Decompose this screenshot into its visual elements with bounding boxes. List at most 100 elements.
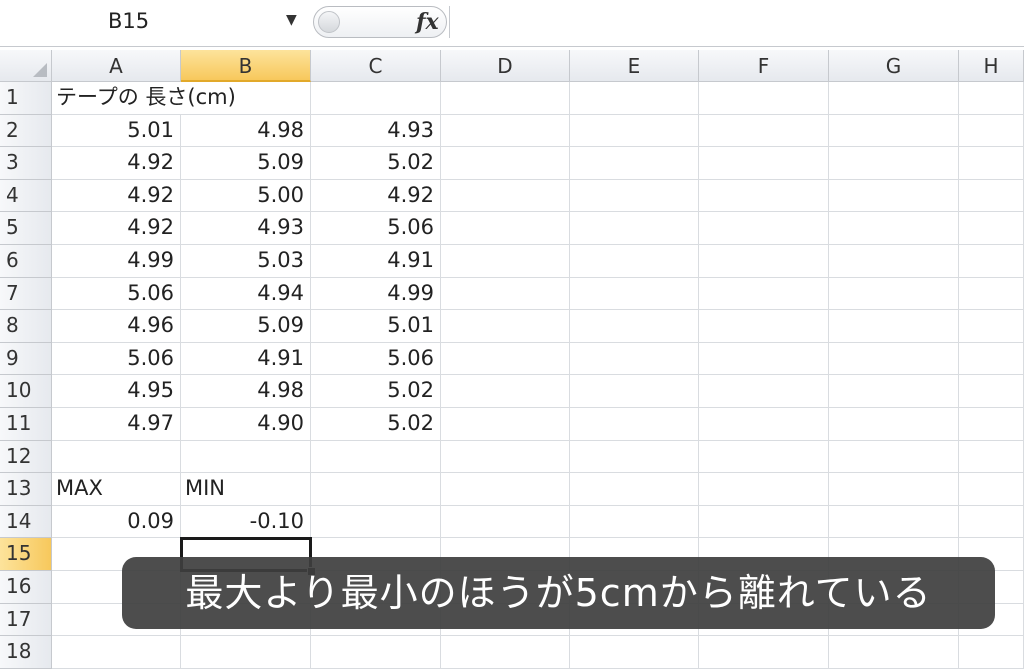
cell-C5[interactable]: 5.06 bbox=[311, 212, 441, 245]
cell-B18[interactable] bbox=[181, 636, 311, 669]
cell-H9[interactable] bbox=[959, 342, 1024, 376]
cell-A6[interactable]: 4.99 bbox=[52, 245, 181, 278]
cell-H13[interactable] bbox=[959, 473, 1024, 506]
cell-A10[interactable]: 4.95 bbox=[52, 375, 181, 408]
cell-F2[interactable] bbox=[699, 114, 829, 148]
cell-H7[interactable] bbox=[959, 277, 1024, 311]
row-header-16[interactable]: 16 bbox=[0, 571, 52, 604]
cell-F14[interactable] bbox=[699, 505, 829, 539]
cell-E14[interactable] bbox=[570, 505, 699, 539]
cell-C4[interactable]: 4.92 bbox=[311, 179, 441, 213]
cell-G14[interactable] bbox=[829, 505, 959, 539]
cell-E9[interactable] bbox=[570, 342, 699, 376]
cell-B8[interactable]: 5.09 bbox=[181, 310, 311, 343]
cell-A8[interactable]: 4.96 bbox=[52, 310, 181, 343]
cell-A1[interactable]: テープの 長さ(cm) bbox=[52, 82, 236, 115]
cell-D3[interactable] bbox=[441, 147, 570, 180]
cell-E11[interactable] bbox=[570, 408, 699, 441]
cell-G11[interactable] bbox=[829, 408, 959, 441]
column-header-H[interactable]: H bbox=[959, 50, 1024, 82]
cell-E5[interactable] bbox=[570, 212, 699, 245]
column-header-E[interactable]: E bbox=[570, 50, 699, 82]
cell-D5[interactable] bbox=[441, 212, 570, 245]
cell-A14[interactable]: 0.09 bbox=[52, 505, 181, 539]
cell-H1[interactable] bbox=[959, 82, 1024, 115]
cell-G13[interactable] bbox=[829, 473, 959, 506]
row-header-15[interactable]: 15 bbox=[0, 538, 52, 571]
column-header-F[interactable]: F bbox=[699, 50, 829, 82]
row-header-7[interactable]: 7 bbox=[0, 277, 52, 311]
cell-A3[interactable]: 4.92 bbox=[52, 147, 181, 180]
cell-C18[interactable] bbox=[311, 636, 441, 669]
cell-A11[interactable]: 4.97 bbox=[52, 408, 181, 441]
cell-D10[interactable] bbox=[441, 375, 570, 408]
cell-E8[interactable] bbox=[570, 310, 699, 343]
cell-E7[interactable] bbox=[570, 277, 699, 311]
cell-F5[interactable] bbox=[699, 212, 829, 245]
cell-B11[interactable]: 4.90 bbox=[181, 408, 311, 441]
cell-A5[interactable]: 4.92 bbox=[52, 212, 181, 245]
cell-F3[interactable] bbox=[699, 147, 829, 180]
row-header-13[interactable]: 13 bbox=[0, 473, 52, 506]
cell-G1[interactable] bbox=[829, 82, 959, 115]
cell-D4[interactable] bbox=[441, 179, 570, 213]
cell-E2[interactable] bbox=[570, 114, 699, 148]
column-header-A[interactable]: A bbox=[52, 50, 181, 82]
cell-B3[interactable]: 5.09 bbox=[181, 147, 311, 180]
insert-function-icon[interactable]: fx bbox=[416, 9, 439, 35]
cell-C10[interactable]: 5.02 bbox=[311, 375, 441, 408]
cell-E12[interactable] bbox=[570, 440, 699, 474]
row-header-1[interactable]: 1 bbox=[0, 82, 52, 115]
cell-A4[interactable]: 4.92 bbox=[52, 179, 181, 213]
cell-B7[interactable]: 4.94 bbox=[181, 277, 311, 311]
cell-F13[interactable] bbox=[699, 473, 829, 506]
cell-E10[interactable] bbox=[570, 375, 699, 408]
row-header-3[interactable]: 3 bbox=[0, 147, 52, 180]
cell-D6[interactable] bbox=[441, 245, 570, 278]
cell-F9[interactable] bbox=[699, 342, 829, 376]
cell-B4[interactable]: 5.00 bbox=[181, 179, 311, 213]
cell-E4[interactable] bbox=[570, 179, 699, 213]
cell-B10[interactable]: 4.98 bbox=[181, 375, 311, 408]
cell-H5[interactable] bbox=[959, 212, 1024, 245]
cell-D12[interactable] bbox=[441, 440, 570, 474]
row-header-9[interactable]: 9 bbox=[0, 342, 52, 376]
cell-A9[interactable]: 5.06 bbox=[52, 342, 181, 376]
cell-G3[interactable] bbox=[829, 147, 959, 180]
cell-A2[interactable]: 5.01 bbox=[52, 114, 181, 148]
row-header-11[interactable]: 11 bbox=[0, 408, 52, 441]
cell-F12[interactable] bbox=[699, 440, 829, 474]
cell-C2[interactable]: 4.93 bbox=[311, 114, 441, 148]
cell-G4[interactable] bbox=[829, 179, 959, 213]
cell-D1[interactable] bbox=[441, 82, 570, 115]
cell-C1[interactable] bbox=[311, 82, 441, 115]
cell-G10[interactable] bbox=[829, 375, 959, 408]
cell-C8[interactable]: 5.01 bbox=[311, 310, 441, 343]
cell-G9[interactable] bbox=[829, 342, 959, 376]
cell-C3[interactable]: 5.02 bbox=[311, 147, 441, 180]
cell-C11[interactable]: 5.02 bbox=[311, 408, 441, 441]
cell-D8[interactable] bbox=[441, 310, 570, 343]
row-header-2[interactable]: 2 bbox=[0, 114, 52, 148]
row-header-6[interactable]: 6 bbox=[0, 245, 52, 278]
cell-G8[interactable] bbox=[829, 310, 959, 343]
cell-A12[interactable] bbox=[52, 440, 181, 474]
cell-B9[interactable]: 4.91 bbox=[181, 342, 311, 376]
cell-D9[interactable] bbox=[441, 342, 570, 376]
select-all-button[interactable] bbox=[0, 50, 52, 82]
cell-C12[interactable] bbox=[311, 440, 441, 474]
cell-H10[interactable] bbox=[959, 375, 1024, 408]
cell-C14[interactable] bbox=[311, 505, 441, 539]
cell-E13[interactable] bbox=[570, 473, 699, 506]
cell-D14[interactable] bbox=[441, 505, 570, 539]
cell-H2[interactable] bbox=[959, 114, 1024, 148]
name-box-value[interactable]: B15 bbox=[108, 9, 149, 33]
cell-H14[interactable] bbox=[959, 505, 1024, 539]
cell-G5[interactable] bbox=[829, 212, 959, 245]
formula-input[interactable] bbox=[449, 6, 1024, 38]
cell-H6[interactable] bbox=[959, 245, 1024, 278]
cell-B5[interactable]: 4.93 bbox=[181, 212, 311, 245]
column-header-B[interactable]: B bbox=[181, 50, 311, 82]
name-box[interactable]: B15 ▼ bbox=[0, 6, 308, 38]
cell-E18[interactable] bbox=[570, 636, 699, 669]
